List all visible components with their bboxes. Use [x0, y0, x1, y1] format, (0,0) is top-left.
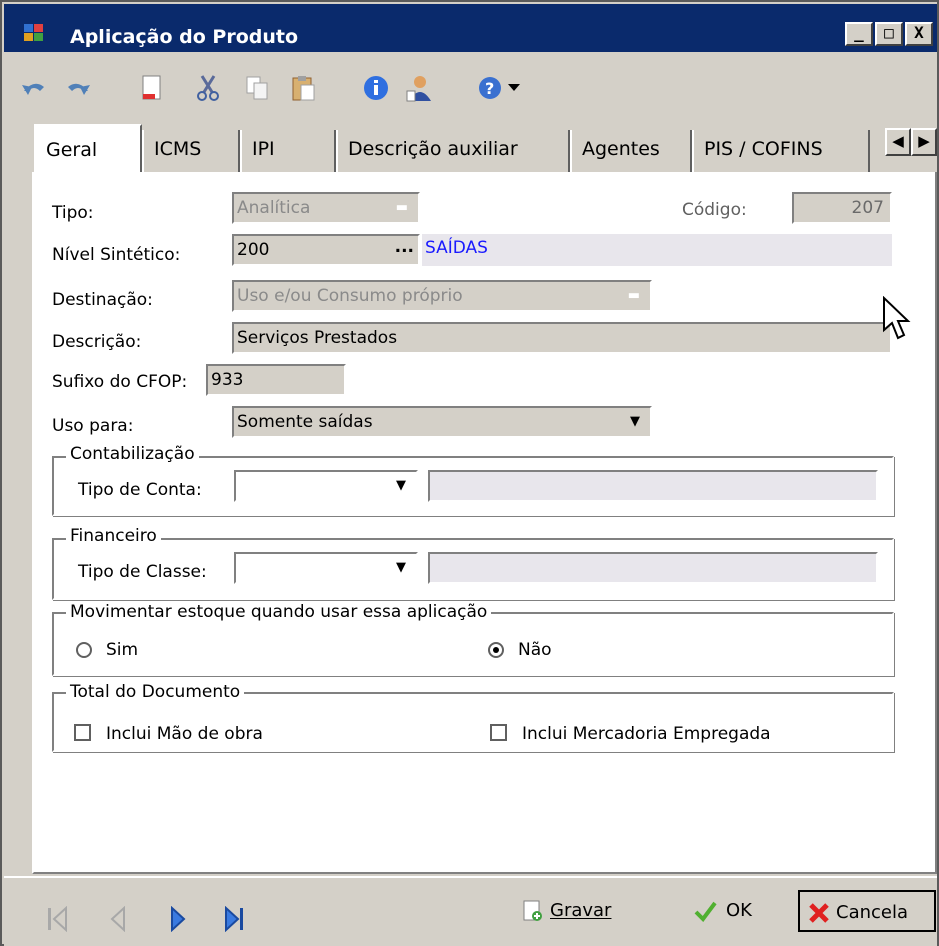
- uso-para-label: Uso para:: [52, 416, 134, 436]
- codigo-field: 207: [792, 192, 892, 224]
- tipo-conta-description: [428, 470, 878, 502]
- estoque-sim-radio[interactable]: [76, 642, 92, 658]
- window-title: Aplicação do Produto: [70, 26, 299, 48]
- estoque-nao-radio[interactable]: [488, 642, 504, 658]
- destinacao-label: Destinação:: [52, 290, 153, 310]
- tab-strip: Geral ICMS IPI Descrição auxiliar Agente…: [4, 114, 937, 176]
- tipo-classe-description: [428, 552, 878, 584]
- bottom-bar: Gravar OK Cancela: [4, 876, 937, 946]
- maximize-button[interactable]: □: [875, 22, 903, 46]
- save-icon: [523, 900, 542, 921]
- first-record-icon[interactable]: [46, 905, 70, 938]
- estoque-sim-label[interactable]: Sim: [106, 640, 138, 660]
- mao-obra-label[interactable]: Inclui Mão de obra: [106, 724, 263, 744]
- cancela-button[interactable]: Cancela: [798, 890, 936, 932]
- financeiro-title: Financeiro: [66, 526, 161, 546]
- total-documento-title: Total do Documento: [66, 682, 245, 702]
- tipo-label: Tipo:: [52, 203, 94, 223]
- estoque-title: Movimentar estoque quando usar essa apli…: [66, 602, 492, 622]
- tipo-classe-label: Tipo de Classe:: [78, 562, 207, 582]
- sufixo-cfop-field[interactable]: 933: [206, 364, 346, 396]
- nivel-sintetico-description: SAÍDAS: [422, 234, 892, 266]
- contabilizacao-title: Contabilização: [66, 444, 199, 464]
- gravar-button[interactable]: Gravar: [522, 890, 611, 932]
- codigo-label: Código:: [682, 200, 747, 220]
- destinacao-dropdown-icon: ▬: [627, 288, 640, 303]
- tab-descricao-auxiliar[interactable]: Descrição auxiliar: [336, 130, 570, 172]
- close-button[interactable]: X: [905, 22, 933, 46]
- tipo-conta-select[interactable]: ▼: [234, 470, 418, 502]
- mercadoria-label[interactable]: Inclui Mercadoria Empregada: [522, 724, 771, 744]
- descricao-label: Descrição:: [52, 332, 142, 352]
- redo-icon[interactable]: [62, 72, 94, 104]
- undo-icon[interactable]: [18, 72, 50, 104]
- svg-text:?: ?: [485, 79, 494, 98]
- tipo-field: Analítica ▬: [232, 192, 420, 224]
- tipo-classe-select[interactable]: ▼: [234, 552, 418, 584]
- lookup-ellipsis-button[interactable]: ...: [395, 236, 414, 261]
- tab-geral[interactable]: Geral: [34, 124, 142, 176]
- uso-para-select[interactable]: Somente saídas ▼: [232, 406, 652, 438]
- check-icon: [694, 901, 717, 922]
- toolbar: ?: [4, 52, 937, 112]
- new-document-icon[interactable]: [136, 72, 168, 104]
- ok-button[interactable]: OK: [690, 890, 752, 932]
- estoque-nao-label[interactable]: Não: [518, 640, 552, 660]
- cut-icon[interactable]: [192, 72, 224, 104]
- help-icon[interactable]: ?: [474, 72, 506, 104]
- tipo-conta-label: Tipo de Conta:: [78, 480, 202, 500]
- mao-obra-checkbox[interactable]: [74, 724, 91, 741]
- descricao-field[interactable]: Serviços Prestados: [232, 322, 892, 354]
- nivel-sintetico-field[interactable]: 200 ...: [232, 234, 420, 266]
- copy-icon[interactable]: [242, 72, 274, 104]
- geral-panel: Tipo: Analítica ▬ Código: 207 Nível Sinté…: [32, 172, 937, 874]
- tipo-dropdown-icon: ▬: [395, 200, 408, 215]
- title-bar[interactable]: Aplicação do Produto _ □ X: [4, 4, 937, 52]
- sufixo-cfop-label: Sufixo do CFOP:: [52, 372, 188, 392]
- paste-icon[interactable]: [288, 72, 320, 104]
- uso-para-dropdown-icon[interactable]: ▼: [630, 408, 640, 436]
- application-window: Aplicação do Produto _ □ X ? Geral ICMS …: [0, 0, 939, 946]
- minimize-button[interactable]: _: [845, 22, 873, 46]
- tab-scroll-left-icon[interactable]: ◀: [885, 128, 911, 156]
- previous-record-icon[interactable]: [108, 905, 128, 938]
- mercadoria-checkbox[interactable]: [490, 724, 507, 741]
- tab-icms[interactable]: ICMS: [142, 130, 240, 172]
- tab-pis-cofins[interactable]: PIS / COFINS: [692, 130, 870, 172]
- last-record-icon[interactable]: [222, 905, 246, 938]
- info-icon[interactable]: [360, 72, 392, 104]
- tipo-classe-dropdown-icon[interactable]: ▼: [396, 554, 406, 582]
- tab-agentes[interactable]: Agentes: [570, 130, 692, 172]
- mouse-cursor-icon: [883, 296, 911, 340]
- next-record-icon[interactable]: [168, 905, 188, 938]
- tab-scroll-right-icon[interactable]: ▶: [911, 128, 937, 156]
- tipo-conta-dropdown-icon[interactable]: ▼: [396, 472, 406, 500]
- user-icon[interactable]: [404, 72, 436, 104]
- cancel-x-icon: [809, 903, 829, 923]
- nivel-sintetico-label: Nível Sintético:: [52, 245, 181, 265]
- dropdown-arrow-icon[interactable]: [504, 72, 524, 104]
- tab-ipi[interactable]: IPI: [240, 130, 336, 172]
- destinacao-field: Uso e/ou Consumo próprio ▬: [232, 280, 652, 312]
- app-icon: [24, 24, 44, 42]
